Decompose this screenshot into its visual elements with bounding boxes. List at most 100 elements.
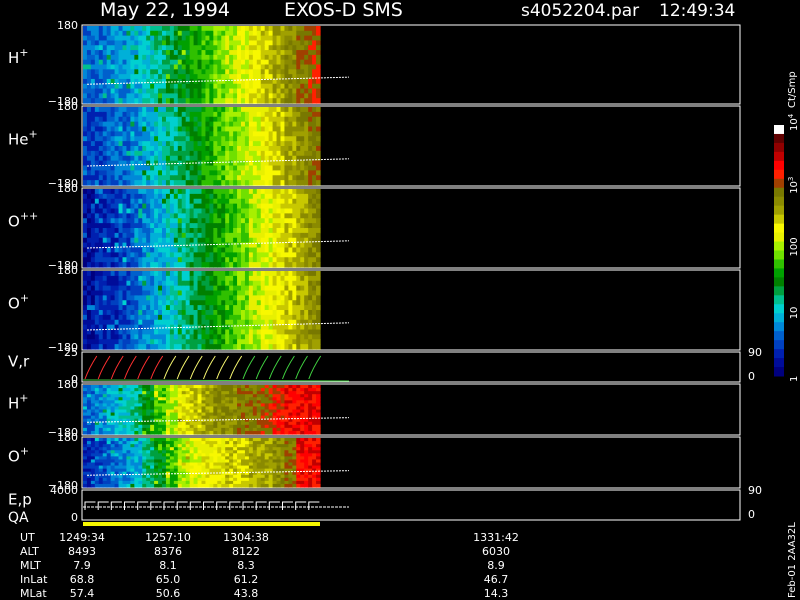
heat-cell	[158, 160, 163, 167]
heat-cell	[122, 50, 128, 56]
heat-cell	[158, 83, 163, 90]
heat-cell	[217, 305, 222, 311]
heat-cell	[296, 285, 301, 292]
heat-cell	[106, 98, 112, 104]
heat-cell	[225, 131, 230, 137]
heat-cell	[102, 275, 108, 282]
heat-cell	[146, 310, 151, 316]
heat-cell	[142, 223, 147, 229]
heat-cell	[304, 160, 309, 167]
heat-cell	[256, 271, 262, 277]
heat-cell	[189, 45, 195, 51]
heat-cell	[209, 74, 214, 80]
heat-cell	[134, 175, 139, 181]
heat-cell	[86, 160, 92, 167]
heat-cell	[225, 193, 230, 200]
heat-cell	[205, 107, 210, 113]
heat-cell	[248, 223, 254, 229]
heat-cell	[244, 295, 250, 301]
heat-cell	[237, 111, 242, 118]
heat-cell	[122, 295, 128, 301]
heat-cell	[276, 111, 282, 118]
heat-cell	[193, 180, 199, 186]
heat-cell	[98, 280, 104, 287]
heat-cell	[162, 285, 167, 292]
heat-cell	[122, 189, 128, 195]
heat-cell	[213, 208, 218, 214]
heat-cell	[260, 175, 266, 181]
heat-cell	[94, 74, 100, 80]
heat-cell	[142, 40, 147, 46]
heat-cell	[102, 228, 108, 234]
heat-cell	[213, 324, 218, 331]
heat-cell	[276, 242, 282, 249]
heat-cell	[284, 189, 289, 195]
heat-cell	[229, 213, 234, 219]
heat-cell	[181, 155, 187, 162]
heat-cell	[217, 116, 222, 123]
heat-cell	[90, 54, 96, 61]
heat-cell	[142, 64, 147, 70]
heat-cell	[181, 26, 187, 32]
heat-cell	[229, 59, 234, 66]
heat-cell	[280, 141, 286, 147]
heat-cell	[229, 329, 234, 335]
heat-cell	[225, 247, 230, 253]
heat-cell	[252, 131, 258, 137]
heat-cell	[256, 218, 262, 224]
heat-cell	[312, 228, 317, 234]
heat-cell	[304, 232, 309, 239]
heat-cell	[138, 78, 143, 85]
heat-cell	[122, 300, 128, 306]
heat-cell	[138, 54, 143, 61]
heat-cell	[280, 223, 286, 229]
heat-cell	[110, 295, 116, 301]
right-tick-bottom: 0	[748, 370, 755, 383]
heat-cell	[134, 334, 139, 340]
heat-cell	[233, 111, 238, 118]
heat-cell	[237, 257, 242, 263]
heat-cell	[138, 126, 143, 132]
heat-cell	[138, 237, 143, 244]
heat-cell	[248, 237, 254, 244]
heat-cell	[304, 126, 309, 132]
heat-cell	[264, 310, 270, 316]
heat-cell	[154, 30, 159, 37]
heat-cell	[94, 247, 100, 253]
heat-cell	[304, 146, 309, 152]
heat-cell	[280, 275, 286, 282]
heat-cell	[197, 228, 203, 234]
heat-cell	[308, 150, 313, 157]
heat-cell	[312, 290, 317, 296]
heat-cell	[118, 165, 124, 171]
heat-cell	[248, 165, 254, 171]
heat-cell	[237, 50, 242, 56]
heat-cell	[252, 175, 258, 181]
heat-cell	[154, 141, 159, 147]
heat-cell	[312, 30, 317, 37]
heat-cell	[90, 69, 96, 75]
heat-cell	[83, 165, 88, 171]
heat-cell	[106, 155, 112, 162]
heat-cell	[316, 193, 321, 200]
heat-cell	[213, 121, 218, 128]
heat-cell	[221, 98, 226, 104]
heat-cell	[158, 59, 163, 66]
heat-cell	[308, 198, 313, 205]
heat-cell	[110, 64, 116, 70]
heat-cell	[118, 59, 124, 66]
heat-cell	[280, 344, 286, 350]
heat-cell	[209, 252, 214, 258]
heat-cell	[209, 262, 214, 268]
heat-cell	[83, 175, 88, 181]
heat-cell	[146, 74, 151, 80]
heat-cell	[244, 93, 250, 99]
heat-cell	[308, 310, 313, 316]
heat-cell	[177, 280, 183, 287]
heat-cell	[110, 93, 116, 99]
heat-cell	[241, 213, 246, 219]
heat-cell	[264, 203, 270, 210]
heat-cell	[173, 189, 179, 195]
heat-cell	[134, 160, 139, 167]
heat-cell	[189, 111, 195, 118]
